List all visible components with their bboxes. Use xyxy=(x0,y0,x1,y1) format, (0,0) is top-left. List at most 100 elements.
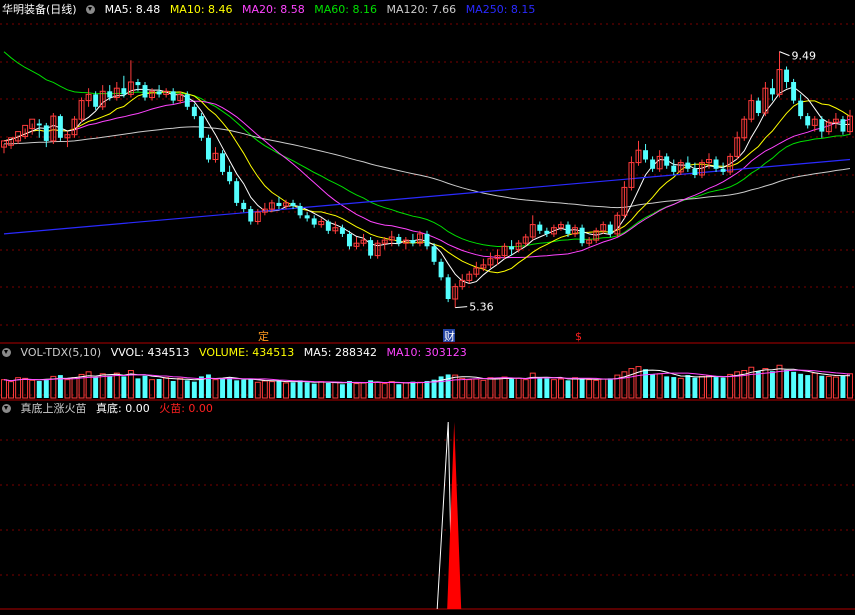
candle-body xyxy=(607,224,613,234)
candle-body xyxy=(304,215,310,219)
candle-body xyxy=(170,91,176,101)
event-marker-ding: 定 xyxy=(258,329,269,343)
candle-body xyxy=(650,159,656,169)
volume-bar xyxy=(650,374,656,398)
volume-bar xyxy=(332,381,339,399)
volume-bar xyxy=(1,379,7,399)
volume-bar xyxy=(791,371,797,398)
volume-bar xyxy=(311,383,317,398)
volume-bar xyxy=(227,377,233,398)
ma120-label: MA120: 7.66 xyxy=(386,3,457,16)
volume-bar xyxy=(819,375,825,398)
volume-bar xyxy=(360,382,367,399)
candle-body xyxy=(325,221,331,231)
volume-bar xyxy=(643,369,649,398)
volume-bar xyxy=(544,378,550,398)
volume-bar xyxy=(416,381,423,399)
candle-body xyxy=(798,100,804,117)
candle-body xyxy=(339,227,345,234)
volume-bar xyxy=(339,384,345,398)
volume-bar xyxy=(93,377,99,398)
candle-body xyxy=(276,202,282,206)
volume-bar xyxy=(565,380,571,398)
volume-label: VOLUME: 434513 xyxy=(199,346,295,359)
volume-bar xyxy=(671,377,677,398)
volume-bar xyxy=(234,380,240,398)
candle-body xyxy=(36,123,42,126)
candle-body xyxy=(791,82,797,101)
volume-bar xyxy=(163,377,170,399)
candle-body xyxy=(205,137,211,160)
volume-bar xyxy=(276,380,282,398)
volume-bar xyxy=(664,376,670,398)
indicator-panel-collapse-icon[interactable] xyxy=(2,404,11,413)
volume-bar xyxy=(353,383,360,399)
volume-bar xyxy=(121,376,127,398)
candle-body xyxy=(234,181,240,203)
stock-title[interactable]: 华明装备(日线) xyxy=(2,3,83,16)
volume-bar xyxy=(388,381,395,399)
volume-bar xyxy=(254,381,261,399)
candle-body xyxy=(840,119,846,132)
candle-body xyxy=(43,125,49,141)
candle-body xyxy=(713,159,719,169)
vvol-label: VVOL: 434513 xyxy=(110,346,190,359)
vol-ma10-label: MA10: 303123 xyxy=(386,346,467,359)
price-panel-collapse-icon[interactable] xyxy=(86,5,96,14)
ma60-label: MA60: 8.16 xyxy=(314,3,377,16)
candle-body xyxy=(184,94,190,107)
price-panel-header: 华明装备(日线) MA5: 8.48 MA10: 8.46 MA20: 8.58… xyxy=(2,3,541,17)
candle-body xyxy=(769,88,775,95)
indicator-name[interactable]: 真底上涨火苗 xyxy=(21,402,87,415)
volume-bar xyxy=(36,380,42,398)
volume-bar xyxy=(692,377,698,398)
volume-bar xyxy=(798,373,804,398)
volume-bar xyxy=(113,372,120,399)
volume-bar xyxy=(805,375,811,398)
event-marker-dollar: $ xyxy=(575,330,582,343)
stock-period: (日线) xyxy=(46,3,77,16)
high-price-pointer xyxy=(779,51,790,57)
candle-body xyxy=(290,202,296,206)
volume-bar xyxy=(410,381,416,398)
volume-bar xyxy=(396,384,402,398)
volume-bar xyxy=(847,373,853,399)
candle-body xyxy=(107,91,113,98)
candle-body xyxy=(241,202,247,210)
volume-bar xyxy=(607,378,613,398)
volume-indicator-name[interactable]: VOL-TDX(5,10) xyxy=(21,346,102,359)
candle-body xyxy=(819,119,825,132)
volume-bar xyxy=(529,372,536,399)
ma20-label: MA20: 8.58 xyxy=(242,3,305,16)
candle-body xyxy=(438,261,444,278)
volume-panel-collapse-icon[interactable] xyxy=(2,348,11,357)
volume-bar xyxy=(107,375,113,398)
candle-body xyxy=(720,168,726,172)
volume-bar xyxy=(720,377,726,398)
ma10-label: MA10: 8.46 xyxy=(169,3,233,16)
volume-bar xyxy=(346,380,352,398)
candle-body xyxy=(297,206,303,216)
volume-bar xyxy=(43,379,49,398)
high-price-label: 9.49 xyxy=(792,50,817,63)
candle-body xyxy=(579,227,585,244)
candle-body xyxy=(410,240,416,244)
volume-bar xyxy=(325,382,331,398)
ma5-line xyxy=(3,86,851,285)
volume-bar xyxy=(135,378,141,398)
volume-bar xyxy=(621,371,628,399)
volume-bar xyxy=(424,380,430,398)
volume-bar xyxy=(713,377,719,398)
huomiao-label: 火苗: 0.00 xyxy=(159,402,213,415)
candle-body xyxy=(445,277,451,299)
candle-body xyxy=(424,233,430,247)
volume-bar xyxy=(509,379,515,398)
volume-bar xyxy=(381,383,388,399)
volume-bar xyxy=(537,377,543,398)
candle-body xyxy=(121,88,127,95)
candle-body xyxy=(692,168,698,175)
candle-body xyxy=(671,165,677,172)
candle-body xyxy=(156,91,162,95)
volume-bar xyxy=(170,380,176,398)
volume-panel-header: VOL-TDX(5,10) VVOL: 434513 VOLUME: 43451… xyxy=(2,346,473,360)
